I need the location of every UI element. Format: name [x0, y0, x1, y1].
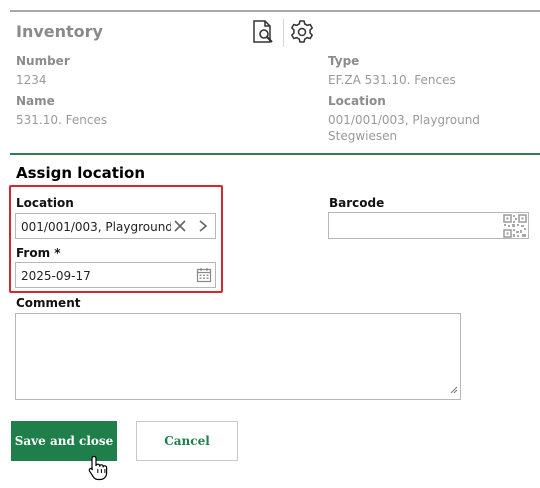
number-value: 1234 — [16, 73, 47, 87]
document-search-icon[interactable] — [250, 19, 276, 45]
cancel-button[interactable]: Cancel — [136, 421, 238, 461]
type-label: Type — [328, 54, 360, 68]
type-value: EF.ZA 531.10. Fences — [328, 73, 456, 87]
comment-field-label: Comment — [16, 296, 81, 310]
gear-icon[interactable] — [289, 19, 315, 45]
header-separator — [283, 19, 284, 47]
top-divider — [10, 10, 540, 12]
chevron-right-icon[interactable] — [197, 219, 209, 236]
section-divider — [10, 153, 540, 155]
clear-icon[interactable] — [173, 219, 187, 236]
page-title: Inventory — [16, 22, 103, 41]
from-field-label: From * — [16, 246, 61, 260]
name-value: 531.10. Fences — [16, 113, 108, 127]
from-date-value: 2025-09-17 — [21, 269, 91, 283]
location-info-value-line2: Stegwiesen — [328, 129, 398, 143]
resize-handle-icon[interactable] — [449, 383, 458, 397]
qr-code-icon[interactable] — [503, 214, 527, 241]
number-label: Number — [16, 54, 70, 68]
location-input[interactable]: 001/001/003, Playground S — [15, 213, 216, 239]
location-info-value-line1: 001/001/003, Playground — [328, 113, 480, 127]
comment-textarea[interactable] — [15, 313, 461, 400]
calendar-icon[interactable] — [196, 267, 212, 286]
form-title: Assign location — [16, 164, 146, 182]
location-input-value: 001/001/003, Playground S — [21, 220, 171, 234]
name-label: Name — [16, 94, 55, 108]
location-info-label: Location — [328, 94, 386, 108]
location-field-label: Location — [16, 196, 74, 210]
hand-cursor-icon — [88, 455, 110, 485]
barcode-field-label: Barcode — [329, 196, 385, 210]
from-date-input[interactable]: 2025-09-17 — [15, 262, 216, 288]
barcode-input[interactable] — [328, 212, 529, 239]
